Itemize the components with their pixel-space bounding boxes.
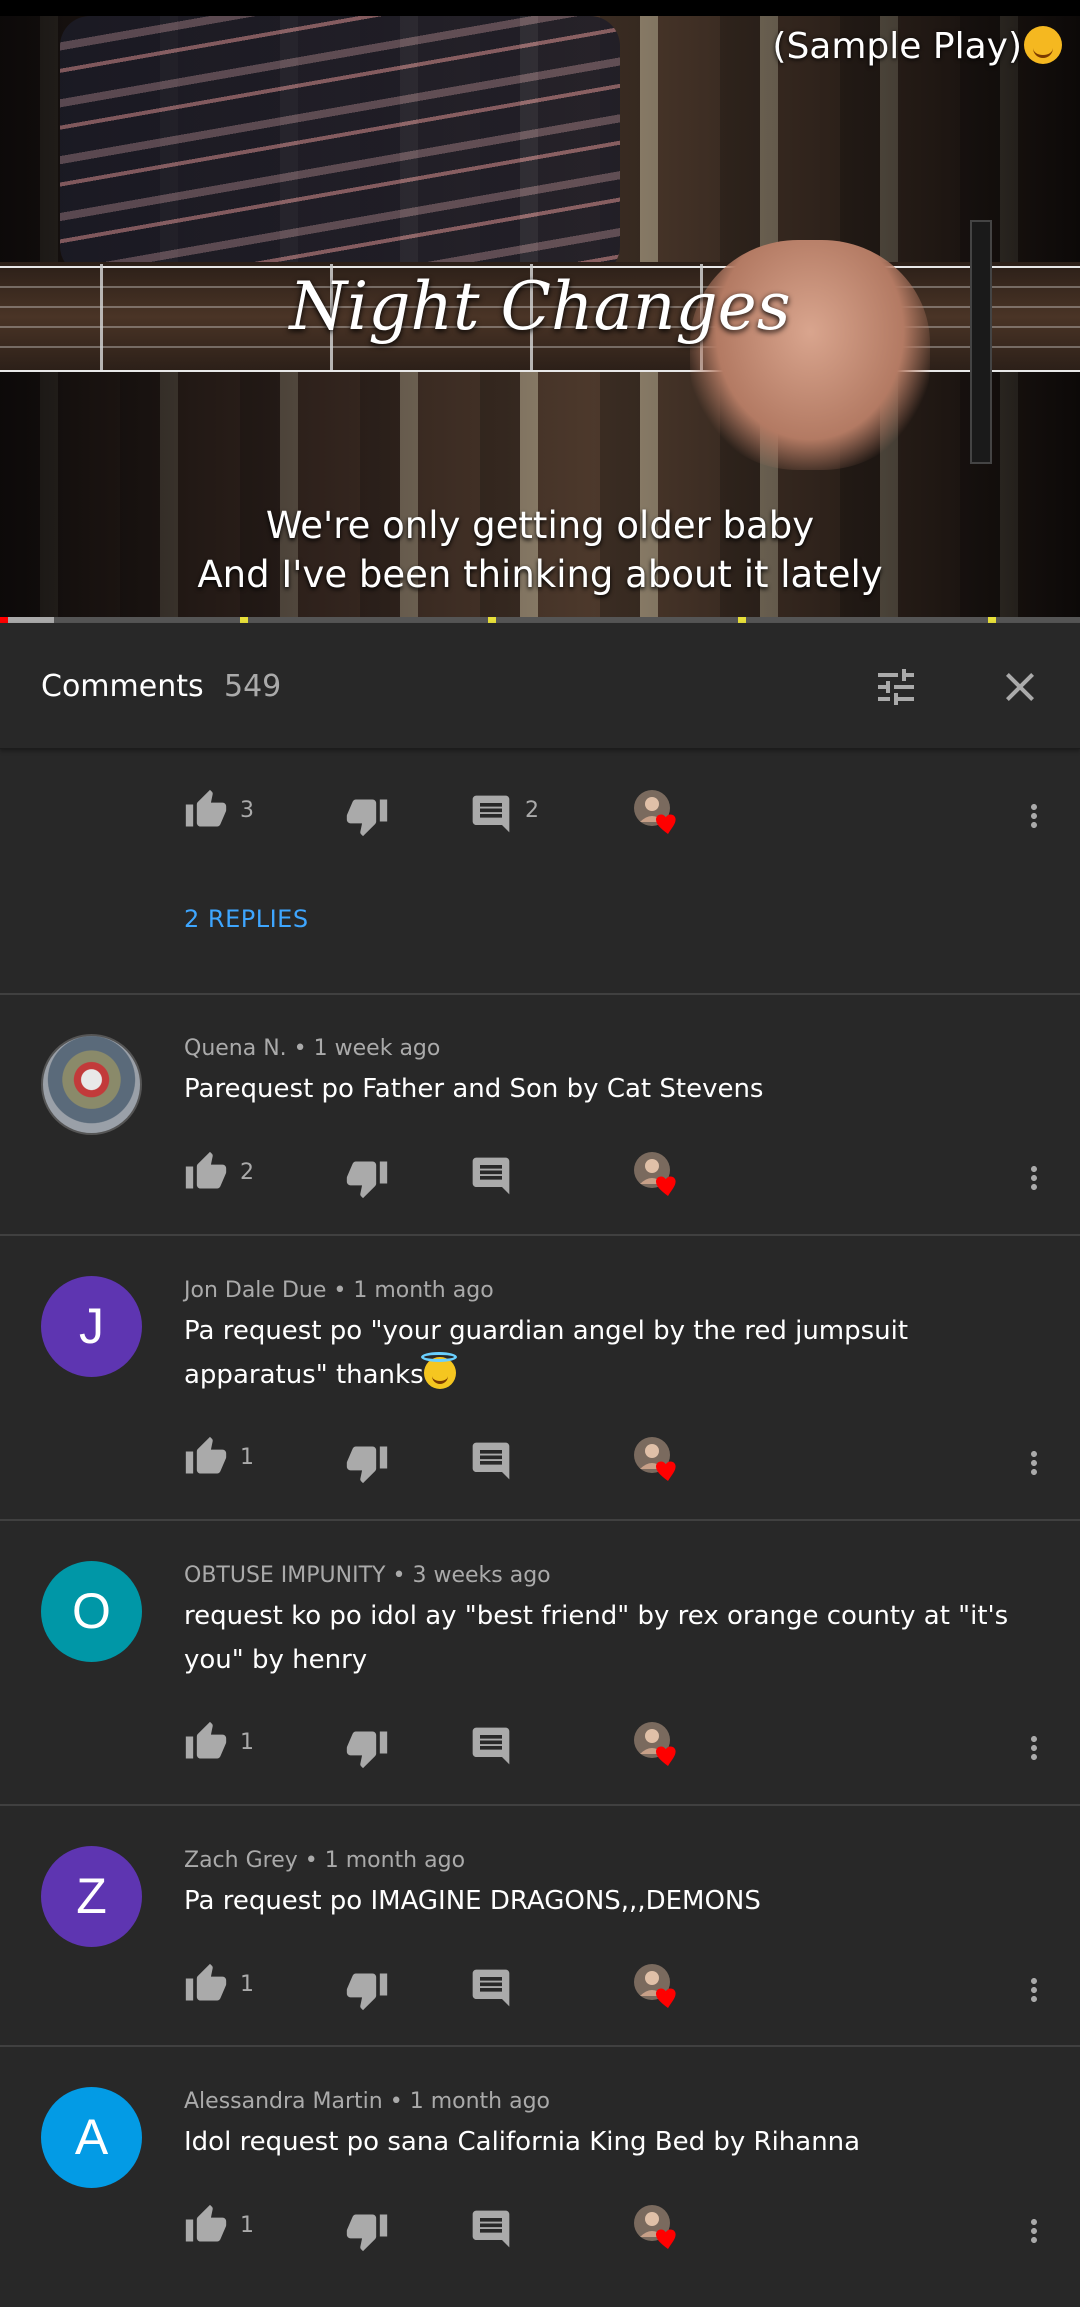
avatar[interactable]: A — [41, 2087, 142, 2188]
meta-separator: • — [392, 1563, 406, 1588]
thumb-down-icon[interactable] — [345, 2209, 389, 2253]
comment-time: 1 month ago — [353, 1278, 494, 1303]
avatar[interactable] — [41, 1034, 142, 1135]
thumb-down-icon[interactable] — [345, 1726, 389, 1770]
comment-actions: 1 — [0, 1427, 1080, 1487]
comment-time: 1 month ago — [409, 2089, 551, 2114]
comment-meta: Alessandra Martin • 1 month ago — [184, 2089, 550, 2114]
video-player[interactable]: Night Changes (Sample Play) We're only g… — [0, 0, 1080, 620]
shirt-stripes — [60, 16, 620, 276]
smile-emoji-icon — [1024, 26, 1062, 64]
reply-comment-icon[interactable] — [469, 792, 513, 836]
comment-text: Idol request po sana California King Bed… — [184, 2127, 861, 2157]
thumb-up-icon[interactable] — [184, 1962, 228, 2006]
creator-heart-icon — [632, 1435, 682, 1485]
comments-title: Comments — [41, 669, 204, 704]
comment-time: 3 weeks ago — [412, 1563, 551, 1588]
thumb-up-icon[interactable] — [184, 1435, 228, 1479]
view-replies-link[interactable]: 2 REPLIES — [184, 905, 309, 933]
creator-heart-icon — [632, 1150, 682, 1200]
more-vert-icon[interactable] — [1016, 2209, 1052, 2253]
creator-heart-icon — [632, 788, 682, 838]
thumb-down-icon[interactable] — [345, 1441, 389, 1485]
avatar[interactable]: Z — [41, 1846, 142, 1947]
thumb-up-icon[interactable] — [184, 1720, 228, 1764]
comment-author[interactable]: Quena N. — [184, 1036, 287, 1061]
comments-count: 549 — [224, 669, 282, 704]
thumb-up-icon[interactable] — [184, 2203, 228, 2247]
reply-count: 2 — [525, 798, 539, 823]
caption-line-2: And I've been thinking about it lately — [197, 553, 883, 596]
comment-time: 1 week ago — [313, 1036, 441, 1061]
comment-meta: Jon Dale Due • 1 month ago — [184, 1278, 494, 1303]
meta-separator: • — [304, 1848, 318, 1873]
reply-comment-icon[interactable] — [469, 1154, 513, 1198]
comment-meta: Quena N. • 1 week ago — [184, 1036, 440, 1061]
more-vert-icon[interactable] — [1016, 1968, 1052, 2012]
comment-item: A Alessandra Martin • 1 month ago Idol r… — [0, 2047, 1080, 2307]
comment-thread-tail: 3 2 2 REPLIES — [0, 749, 1080, 995]
creator-heart-icon — [632, 2203, 682, 2253]
comment-item: O OBTUSE IMPUNITY • 3 weeks ago request … — [0, 1521, 1080, 1806]
comment-meta: OBTUSE IMPUNITY • 3 weeks ago — [184, 1563, 551, 1588]
comment-author[interactable]: Jon Dale Due — [184, 1278, 326, 1303]
comment-text: Pa request po IMAGINE DRAGONS,,,DEMONS — [184, 1886, 761, 1916]
comment-actions: 1 — [0, 1954, 1080, 2014]
reply-comment-icon[interactable] — [469, 1439, 513, 1483]
status-bar — [0, 0, 1080, 16]
comment-actions: 1 — [0, 2195, 1080, 2255]
thumb-up-icon[interactable] — [184, 1150, 228, 1194]
comment-actions: 1 — [0, 1712, 1080, 1772]
close-icon[interactable] — [996, 663, 1044, 711]
thumb-up-icon[interactable] — [184, 788, 228, 832]
like-count: 1 — [240, 1730, 254, 1755]
more-vert-icon[interactable] — [1016, 1726, 1052, 1770]
like-count: 2 — [240, 1160, 254, 1185]
comment-meta: Zach Grey • 1 month ago — [184, 1848, 465, 1873]
avatar[interactable]: J — [41, 1276, 142, 1377]
thumb-down-icon[interactable] — [345, 1968, 389, 2012]
thumb-down-icon[interactable] — [345, 794, 389, 838]
avatar[interactable]: O — [41, 1561, 142, 1662]
comment-actions: 2 — [0, 1142, 1080, 1202]
comment-item: Z Zach Grey • 1 month ago Pa request po … — [0, 1806, 1080, 2047]
comment-text: request ko po idol ay "best friend" by r… — [184, 1601, 1009, 1675]
like-count: 1 — [240, 1972, 254, 1997]
reply-comment-icon[interactable] — [469, 1966, 513, 2010]
comment-actions: 3 2 — [0, 780, 1080, 840]
comment-time: 1 month ago — [324, 1848, 466, 1873]
caption-line-1: We're only getting older baby — [265, 504, 815, 547]
thumb-down-icon[interactable] — [345, 1156, 389, 1200]
meta-separator: • — [293, 1036, 307, 1061]
reply-comment-icon[interactable] — [469, 1724, 513, 1768]
like-count: 1 — [240, 1445, 254, 1470]
comment-author[interactable]: Zach Grey — [184, 1848, 298, 1873]
more-vert-icon[interactable] — [1016, 1156, 1052, 1200]
sample-play-label: (Sample Play) — [772, 26, 1062, 67]
video-title-overlay: Night Changes — [289, 268, 791, 345]
comment-text: Parequest po Father and Son by Cat Steve… — [184, 1074, 764, 1104]
comment-author[interactable]: Alessandra Martin — [184, 2089, 383, 2114]
comment-item: Quena N. • 1 week ago Parequest po Fathe… — [0, 994, 1080, 1236]
comment-author[interactable]: OBTUSE IMPUNITY — [184, 1563, 385, 1588]
smiling-angel-emoji-icon — [420, 1352, 457, 1389]
more-vert-icon[interactable] — [1016, 794, 1052, 838]
comment-item: J Jon Dale Due • 1 month ago Pa request … — [0, 1236, 1080, 1521]
comment-text: Pa request po "your guardian angel by th… — [184, 1309, 1034, 1397]
more-vert-icon[interactable] — [1016, 1441, 1052, 1485]
comment-text-body: Pa request po "your guardian angel by th… — [184, 1316, 909, 1390]
like-count: 1 — [240, 2213, 254, 2238]
creator-heart-icon — [632, 1962, 682, 2012]
reply-comment-icon[interactable] — [469, 2207, 513, 2251]
creator-heart-icon — [632, 1720, 682, 1770]
meta-separator: • — [333, 1278, 347, 1303]
comments-header: Comments 549 — [0, 623, 1080, 749]
tune-icon[interactable] — [872, 663, 920, 711]
like-count: 3 — [240, 798, 254, 823]
meta-separator: • — [389, 2089, 403, 2114]
